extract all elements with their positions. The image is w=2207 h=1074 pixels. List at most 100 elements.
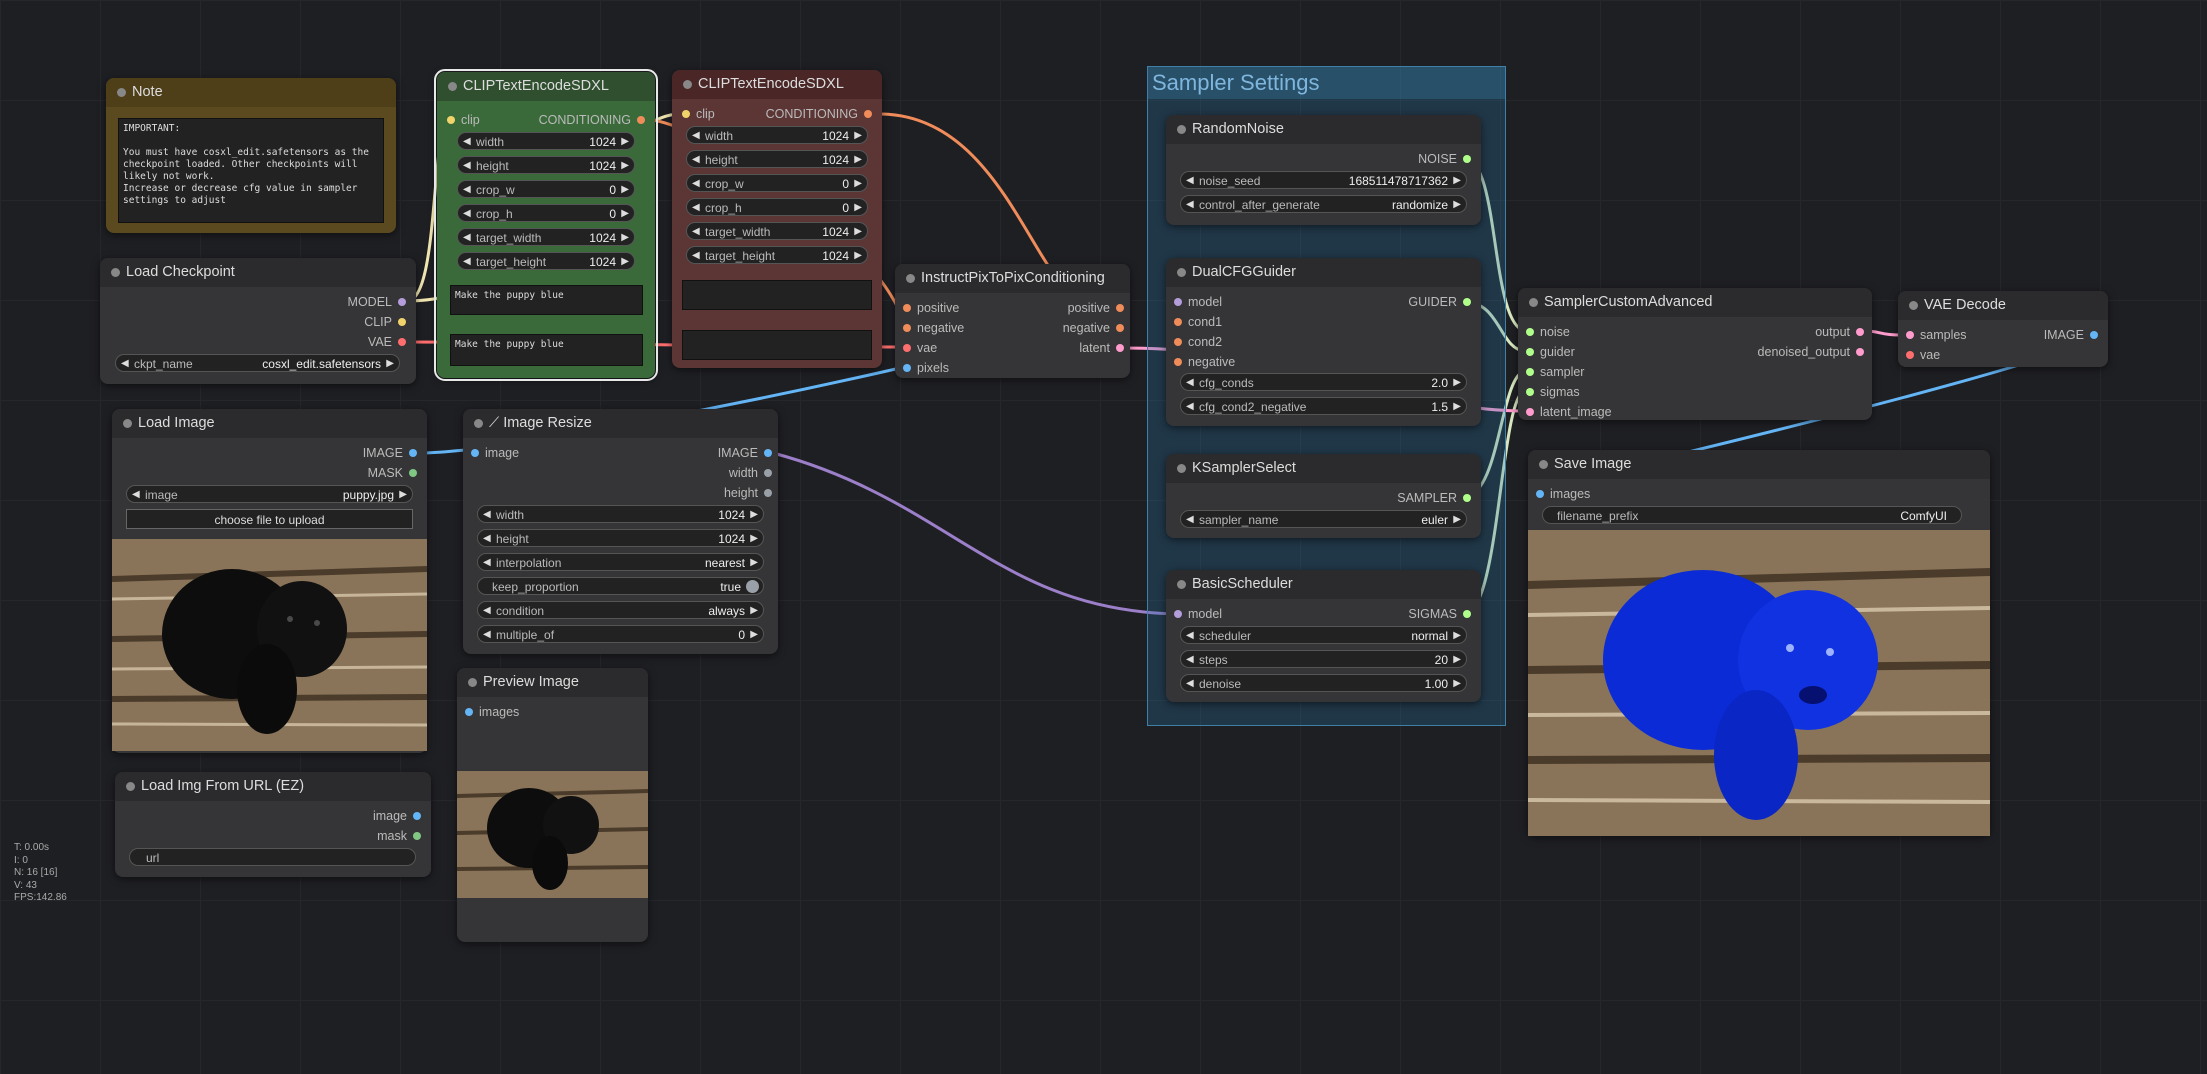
crop-h-widget[interactable]: ◀ crop_h 0 ▶ <box>457 204 635 222</box>
input-pixels[interactable]: pixels <box>901 360 949 376</box>
target-height-widget[interactable]: ◀ target_height 1024 ▶ <box>457 252 635 270</box>
cfg-conds-widget[interactable]: ◀ cfg_conds 2.0 ▶ <box>1180 373 1467 391</box>
output-image[interactable]: IMAGE <box>2044 327 2100 343</box>
node-collapse-dot[interactable] <box>1909 301 1918 310</box>
output-conditioning[interactable]: CONDITIONING <box>539 112 647 128</box>
scheduler-widget[interactable]: ◀ scheduler normal ▶ <box>1180 626 1467 644</box>
random-noise-node[interactable]: RandomNoise NOISE ◀ noise_seed 16851147871… <box>1166 115 1481 225</box>
node-collapse-dot[interactable] <box>1529 298 1538 307</box>
note-node[interactable]: Note IMPORTANT: You must have cosxl_edit… <box>106 78 396 233</box>
input-model[interactable]: model <box>1172 606 1222 622</box>
width-widget[interactable]: ◀ width 1024 ▶ <box>477 505 764 523</box>
output-output[interactable]: output <box>1815 324 1866 340</box>
node-collapse-dot[interactable] <box>117 88 126 97</box>
text-g-input[interactable] <box>682 280 872 310</box>
input-noise[interactable]: noise <box>1524 324 1570 340</box>
text-l-input[interactable] <box>682 330 872 360</box>
preview-image-node[interactable]: Preview Image images <box>457 668 648 942</box>
target-width-widget[interactable]: ◀ target_width 1024 ▶ <box>457 228 635 246</box>
input-guider[interactable]: guider <box>1524 344 1575 360</box>
load-image-node[interactable]: Load Image IMAGE MASK ◀ image puppy.jpg ▶ c… <box>112 409 427 753</box>
steps-widget[interactable]: ◀ steps 20 ▶ <box>1180 650 1467 668</box>
load-checkpoint-node[interactable]: Load Checkpoint MODEL CLIP VAE ◀ ckpt_nam… <box>100 258 416 384</box>
output-latent[interactable]: latent <box>1079 340 1126 356</box>
output-conditioning[interactable]: CONDITIONING <box>766 106 874 122</box>
input-images[interactable]: images <box>463 704 519 720</box>
output-noise[interactable]: NOISE <box>1418 151 1473 167</box>
filename-prefix-widget[interactable]: filename_prefix ComfyUI <box>1542 506 1962 524</box>
image-combo[interactable]: ◀ image puppy.jpg ▶ <box>126 485 413 503</box>
control-after-generate-widget[interactable]: ◀ control_after_generate randomize ▶ <box>1180 195 1467 213</box>
input-negative[interactable]: negative <box>1172 354 1235 370</box>
vae-decode-node[interactable]: VAE Decode samples vae IMAGE <box>1898 291 2108 367</box>
width-widget[interactable]: ◀ width 1024 ▶ <box>686 126 868 144</box>
save-image-node[interactable]: Save Image images filename_prefix ComfyUI <box>1528 450 1990 836</box>
input-negative[interactable]: negative <box>901 320 964 336</box>
input-sampler[interactable]: sampler <box>1524 364 1584 380</box>
node-collapse-dot[interactable] <box>683 80 692 89</box>
height-widget[interactable]: ◀ height 1024 ▶ <box>686 150 868 168</box>
output-guider[interactable]: GUIDER <box>1408 294 1473 310</box>
target-height-widget[interactable]: ◀ target_height 1024 ▶ <box>686 246 868 264</box>
text-g-input[interactable]: Make the puppy blue <box>450 285 643 315</box>
input-image[interactable]: image <box>469 445 519 461</box>
node-collapse-dot[interactable] <box>111 268 120 277</box>
output-vae[interactable]: VAE <box>368 334 408 350</box>
height-widget[interactable]: ◀ height 1024 ▶ <box>477 529 764 547</box>
node-collapse-dot[interactable] <box>1539 460 1548 469</box>
noise-seed-widget[interactable]: ◀ noise_seed 168511478717362 ▶ <box>1180 171 1467 189</box>
upload-button[interactable]: choose file to upload <box>126 509 413 529</box>
node-collapse-dot[interactable] <box>474 419 483 428</box>
input-vae[interactable]: vae <box>901 340 937 356</box>
input-images[interactable]: images <box>1534 486 1590 502</box>
crop-h-widget[interactable]: ◀ crop_h 0 ▶ <box>686 198 868 216</box>
crop-w-widget[interactable]: ◀ crop_w 0 ▶ <box>686 174 868 192</box>
node-collapse-dot[interactable] <box>1177 268 1186 277</box>
node-collapse-dot[interactable] <box>1177 580 1186 589</box>
interpolation-widget[interactable]: ◀ interpolation nearest ▶ <box>477 553 764 571</box>
clip-text-encode-node-2[interactable]: CLIPTextEncodeSDXL clip CONDITIONING ◀ wi… <box>672 70 882 368</box>
cfg-cond2-negative-widget[interactable]: ◀ cfg_cond2_negative 1.5 ▶ <box>1180 397 1467 415</box>
input-clip[interactable]: clip <box>680 106 715 122</box>
output-mask[interactable]: MASK <box>368 465 419 481</box>
node-collapse-dot[interactable] <box>126 782 135 791</box>
node-collapse-dot[interactable] <box>123 419 132 428</box>
sampler-custom-advanced-node[interactable]: SamplerCustomAdvanced noise guider sampl… <box>1518 288 1872 420</box>
input-latent-image[interactable]: latent_image <box>1524 404 1612 420</box>
target-width-widget[interactable]: ◀ target_width 1024 ▶ <box>686 222 868 240</box>
url-input[interactable]: url <box>129 848 416 866</box>
node-collapse-dot[interactable] <box>448 82 457 91</box>
output-width[interactable]: width <box>729 465 774 481</box>
input-model[interactable]: model <box>1172 294 1222 310</box>
instruct-pix2pix-node[interactable]: InstructPixToPixConditioning positive ne… <box>895 264 1130 378</box>
output-image[interactable]: image <box>373 808 423 824</box>
output-sigmas[interactable]: SIGMAS <box>1408 606 1473 622</box>
width-widget[interactable]: ◀ width 1024 ▶ <box>457 132 635 150</box>
input-vae[interactable]: vae <box>1904 347 1940 363</box>
node-collapse-dot[interactable] <box>468 678 477 687</box>
node-collapse-dot[interactable] <box>906 274 915 283</box>
output-image[interactable]: IMAGE <box>718 445 774 461</box>
output-negative[interactable]: negative <box>1063 320 1126 336</box>
input-clip[interactable]: clip <box>445 112 480 128</box>
crop-w-widget[interactable]: ◀ crop_w 0 ▶ <box>457 180 635 198</box>
node-collapse-dot[interactable] <box>1177 125 1186 134</box>
output-height[interactable]: height <box>724 485 774 501</box>
condition-widget[interactable]: ◀ condition always ▶ <box>477 601 764 619</box>
input-cond1[interactable]: cond1 <box>1172 314 1222 330</box>
input-cond2[interactable]: cond2 <box>1172 334 1222 350</box>
output-image[interactable]: IMAGE <box>363 445 419 461</box>
output-denoised[interactable]: denoised_output <box>1758 344 1866 360</box>
node-collapse-dot[interactable] <box>1177 464 1186 473</box>
load-img-from-url-node[interactable]: Load Img From URL (EZ) image mask url <box>115 772 431 877</box>
dual-cfg-guider-node[interactable]: DualCFGGuider model cond1 cond2 negative… <box>1166 258 1481 426</box>
keep-proportion-toggle[interactable]: keep_proportion true <box>477 577 764 595</box>
sampler-name-widget[interactable]: ◀ sampler_name euler ▶ <box>1180 510 1467 528</box>
output-mask[interactable]: mask <box>377 828 423 844</box>
output-model[interactable]: MODEL <box>348 294 408 310</box>
basic-scheduler-node[interactable]: BasicScheduler model SIGMAS ◀ scheduler no… <box>1166 570 1481 702</box>
ksampler-select-node[interactable]: KSamplerSelect SAMPLER ◀ sampler_name eule… <box>1166 454 1481 538</box>
output-sampler[interactable]: SAMPLER <box>1397 490 1473 506</box>
output-clip[interactable]: CLIP <box>364 314 408 330</box>
output-positive[interactable]: positive <box>1068 300 1126 316</box>
